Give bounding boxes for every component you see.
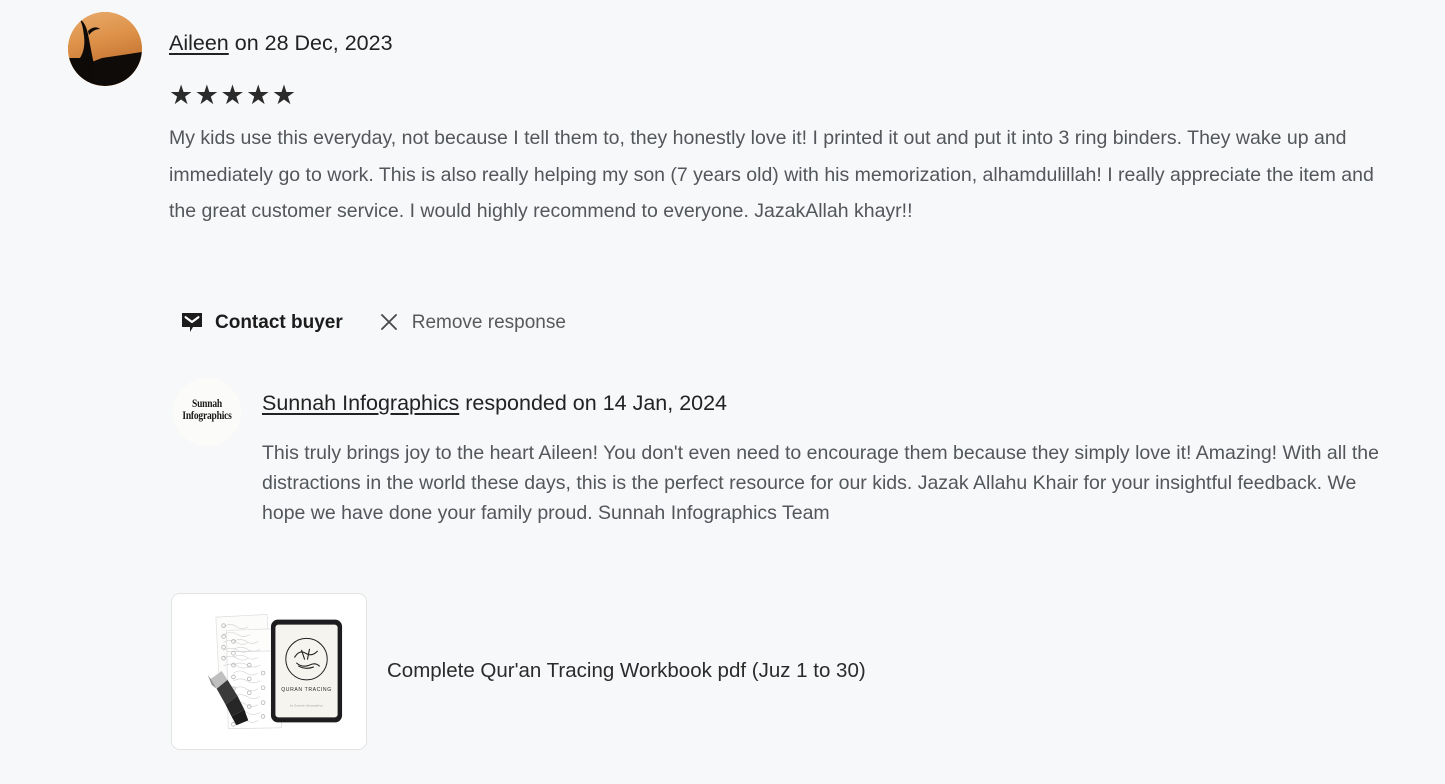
svg-text:QURAN TRACING: QURAN TRACING [281,687,332,693]
review-date: on 28 Dec, 2023 [234,31,393,55]
contact-buyer-button[interactable]: Contact buyer [180,310,343,334]
listing-title-link[interactable]: Complete Qur'an Tracing Workbook pdf (Ju… [387,658,866,685]
message-envelope-icon [180,310,204,334]
shop-response-byline: Sunnah Infographics responded on 14 Jan,… [262,391,1402,417]
review-detail-panel: Aileen on 28 Dec, 2023 ★★★★★ My kids use… [0,0,1445,784]
review-text: My kids use this everyday, not because I… [169,127,1374,223]
svg-text:by Sunnah Infographics: by Sunnah Infographics [290,704,324,708]
review-header: Aileen on 28 Dec, 2023 [68,12,393,86]
avatar[interactable] [68,12,142,86]
shop-avatar[interactable]: Sunnah Infographics [172,377,242,447]
listing-reference: QURAN TRACING by Sunnah Infographics Com… [171,593,866,750]
remove-response-button[interactable]: Remove response [377,310,566,334]
close-x-icon [377,310,401,334]
contact-buyer-label: Contact buyer [215,311,343,333]
listing-thumbnail-image: QURAN TRACING by Sunnah Infographics [172,594,366,749]
shop-name-link[interactable]: Sunnah Infographics [262,391,459,415]
review-actions: Contact buyer Remove response [180,310,566,334]
buyer-name-link[interactable]: Aileen [169,31,229,55]
shop-response-text: This truly brings joy to the heart Ailee… [262,441,1379,524]
remove-response-label: Remove response [411,311,566,333]
shop-avatar-line-2: Infographics [182,410,232,423]
star-rating: ★★★★★ [169,80,298,110]
listing-thumbnail[interactable]: QURAN TRACING by Sunnah Infographics [171,593,367,750]
buyer-avatar-image [68,12,142,86]
shop-response-content: Sunnah Infographics responded on 14 Jan,… [262,377,1402,528]
shop-response-date: responded on 14 Jan, 2024 [465,391,728,415]
shop-response: Sunnah Infographics Sunnah Infographics … [172,377,1402,528]
review-byline: Aileen on 28 Dec, 2023 [169,12,393,57]
